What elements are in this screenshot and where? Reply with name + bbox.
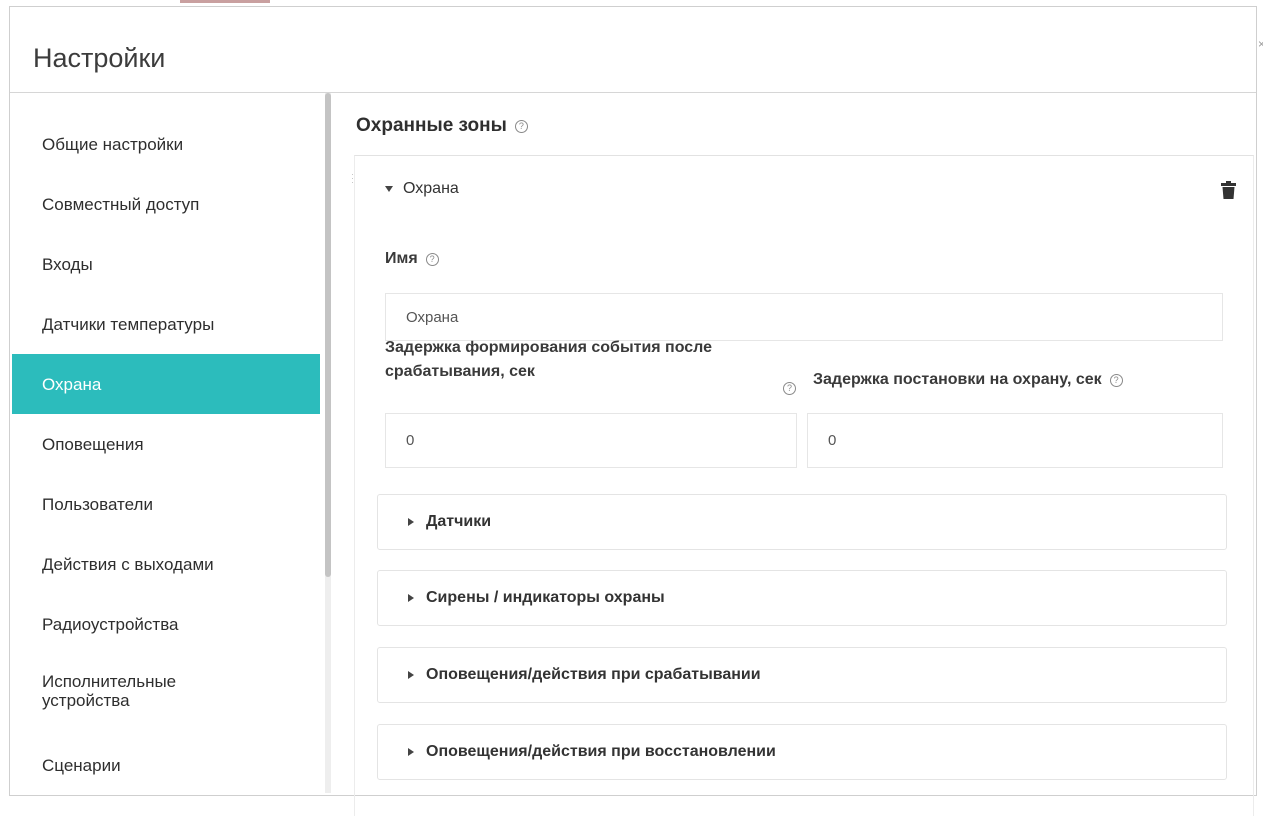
accordion-restore-actions[interactable]: Оповещения/действия при восстановлении xyxy=(377,724,1227,780)
sidebar-scrollbar-thumb[interactable] xyxy=(325,93,331,577)
drag-handle-icon[interactable]: · · · xyxy=(351,170,357,187)
section-title-text: Охранные зоны xyxy=(356,115,507,136)
help-icon[interactable]: ? xyxy=(1109,373,1123,387)
arming-delay-label: Задержка постановки на охрану, сек ? xyxy=(813,371,1123,389)
name-label-text: Имя xyxy=(385,250,418,267)
caret-right-icon xyxy=(408,748,414,756)
help-icon[interactable]: ? xyxy=(514,119,528,133)
accordion-alarm-actions[interactable]: Оповещения/действия при срабатывании xyxy=(377,647,1227,703)
accordion-sirens[interactable]: Сирены / индикаторы охраны xyxy=(377,570,1227,626)
sidebar-item-actuators[interactable]: Исполнительные устройства xyxy=(12,661,232,721)
top-accent-strip xyxy=(180,0,270,3)
caret-right-icon xyxy=(408,594,414,602)
sidebar-item-shared-access[interactable]: Совместный доступ xyxy=(12,174,320,234)
content-panel: Охранные зоны ? · · · Охрана Имя ? Охрана … xyxy=(332,93,1256,816)
accordion-sensors[interactable]: Датчики xyxy=(377,494,1227,550)
section-title: Охранные зоны ? xyxy=(356,115,528,137)
sidebar-item-radio-devices[interactable]: Радиоустройства xyxy=(12,594,320,654)
caret-right-icon xyxy=(408,518,414,526)
accordion-label: Сирены / индикаторы охраны xyxy=(426,589,665,606)
help-icon[interactable]: ? xyxy=(783,382,796,395)
sidebar-item-temperature-sensors[interactable]: Датчики температуры xyxy=(12,294,320,354)
zone-header-label: Охрана xyxy=(403,180,459,197)
accordion-label: Оповещения/действия при восстановлении xyxy=(426,743,776,760)
name-label: Имя ? xyxy=(385,250,439,268)
trigger-delay-input[interactable]: 0 xyxy=(385,413,797,468)
arming-delay-label-text: Задержка постановки на охрану, сек xyxy=(813,371,1102,388)
caret-right-icon xyxy=(408,671,414,679)
sidebar-item-notifications[interactable]: Оповещения xyxy=(12,414,320,474)
zone-name-input[interactable]: Охрана xyxy=(385,293,1223,341)
settings-dialog: × Настройки Общие настройки Совместный д… xyxy=(9,6,1263,816)
accordion-label: Оповещения/действия при срабатывании xyxy=(426,666,761,683)
sidebar-item-security[interactable]: Охрана xyxy=(12,354,320,414)
arming-delay-input[interactable]: 0 xyxy=(807,413,1223,468)
zone-toggle[interactable]: Охрана xyxy=(385,180,459,198)
sidebar-item-users[interactable]: Пользователи xyxy=(12,474,320,534)
accordion-label: Датчики xyxy=(426,513,492,530)
sidebar-item-inputs[interactable]: Входы xyxy=(12,234,320,294)
security-zone-card: · · · Охрана Имя ? Охрана Задержка формиро… xyxy=(351,155,1254,816)
sidebar-item-general[interactable]: Общие настройки xyxy=(12,114,320,174)
dialog-title: Настройки xyxy=(33,43,166,73)
trash-icon[interactable] xyxy=(1221,181,1236,199)
trigger-delay-label: Задержка формирования события после сраб… xyxy=(385,339,713,380)
help-icon[interactable]: ? xyxy=(425,252,439,266)
sidebar-item-scenarios[interactable]: Сценарии xyxy=(12,735,320,795)
close-icon[interactable]: × xyxy=(1258,37,1263,51)
caret-down-icon xyxy=(385,186,393,192)
sidebar-item-output-actions[interactable]: Действия с выходами xyxy=(12,534,320,594)
settings-sidebar: Общие настройки Совместный доступ Входы … xyxy=(12,93,322,793)
